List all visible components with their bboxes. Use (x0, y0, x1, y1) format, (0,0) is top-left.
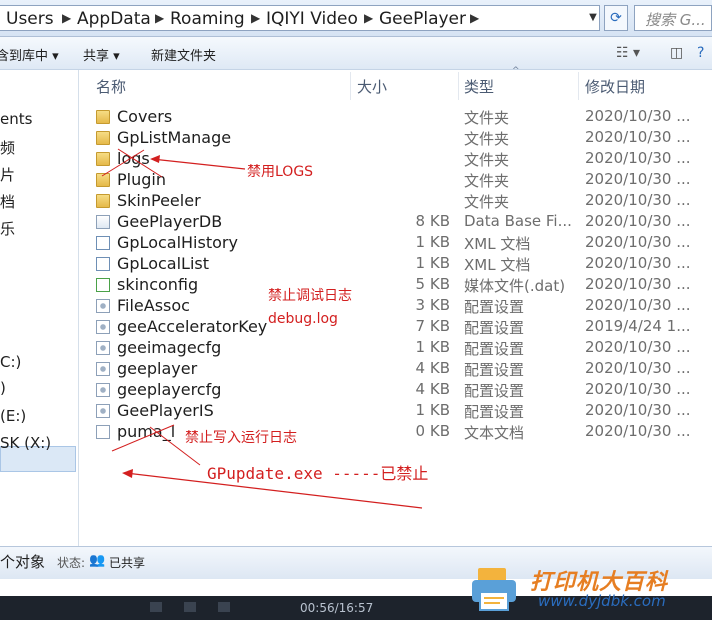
shared-users-icon: 👥 (89, 553, 106, 568)
strike-line-logs (117, 148, 163, 178)
arrowhead-icon (150, 155, 160, 163)
strike-line-logs (101, 149, 145, 177)
annotation-disable-run-log: 禁止写入运行日志 (185, 430, 297, 446)
state-label: 状态: (57, 556, 86, 570)
annotation-debug-log-file: debug.log (268, 311, 338, 327)
watermark: 打印机大百科 www.dyjdbk.com (470, 560, 712, 616)
printer-logo-icon (472, 568, 516, 611)
annotation-arrow-logs (151, 158, 246, 170)
watermark-url: www.dyjdbk.com (538, 592, 666, 610)
state-value: 已共享 (109, 556, 146, 570)
taskbar-button-icon[interactable] (150, 602, 162, 612)
annotation-overlay (101, 148, 423, 509)
taskbar-button-icon[interactable] (184, 602, 196, 612)
arrowhead-icon (122, 469, 133, 478)
annotation-disable-debug-log: 禁止调试日志 (268, 288, 352, 304)
taskbar-button-icon[interactable] (218, 602, 230, 612)
annotation-gpupdate-disabled: GPupdate.exe -----已禁止 (207, 464, 429, 483)
annotation-disable-logs: 禁用LOGS (247, 164, 314, 180)
item-count-label: 个对象 (0, 553, 46, 571)
playback-time: 00:56/16:57 (300, 601, 374, 615)
